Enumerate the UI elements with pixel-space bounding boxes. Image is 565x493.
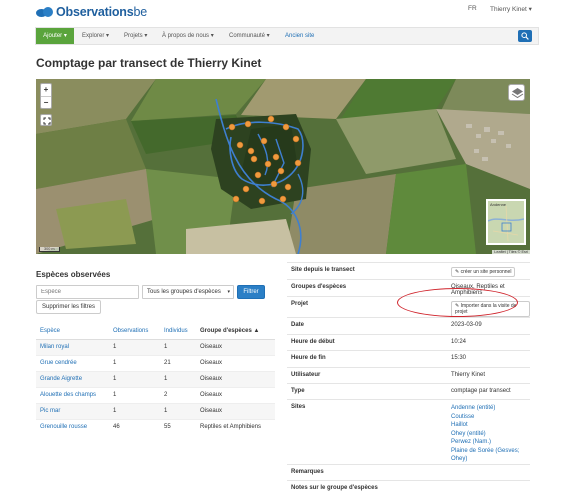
- group-notes-label: Notes sur le groupe d'espèces: [287, 479, 447, 493]
- individuals-cell: 1: [160, 402, 196, 419]
- highlight-annotation: [397, 288, 518, 317]
- species-group-select-value: Tous les groupes d'espèces: [147, 289, 221, 295]
- date-label: Date: [287, 317, 447, 335]
- logo-icon: [36, 6, 54, 18]
- group-cell: Oiseaux: [196, 386, 275, 403]
- map-scale: 300 m: [39, 247, 60, 252]
- species-link[interactable]: Alouette des champs: [36, 386, 109, 403]
- observations-cell: 1: [109, 402, 160, 419]
- site-link[interactable]: Ohey (entité): [451, 430, 530, 439]
- nav-projects[interactable]: Projets ▾: [124, 28, 147, 44]
- species-section-title: Espèces observées: [36, 270, 111, 279]
- individuals-cell: 21: [160, 354, 196, 371]
- observations-cell: 1: [109, 386, 160, 403]
- site-link[interactable]: Andenne (entité): [451, 404, 530, 413]
- logo-text: Observations: [56, 5, 134, 19]
- table-row: Grande Aigrette 1 1 Oiseaux: [36, 370, 275, 387]
- nav-add-dropdown[interactable]: Ajouter ▾: [36, 28, 74, 44]
- group-cell: Oiseaux: [196, 338, 275, 355]
- map-attribution[interactable]: Leaflet | Tiles © Esri: [492, 250, 530, 254]
- column-header-observations[interactable]: Observations: [109, 323, 160, 340]
- nav-community[interactable]: Communauté ▾: [229, 28, 270, 44]
- top-bar: Observationsbe FR Thierry Kinet ▾: [0, 0, 565, 24]
- start-time-label: Heure de début: [287, 334, 447, 351]
- start-time-value: 10:24: [447, 334, 530, 351]
- fullscreen-button[interactable]: [40, 114, 52, 126]
- user-link[interactable]: Thierry Kinet: [447, 367, 530, 384]
- page-title: Comptage par transect de Thierry Kinet: [36, 56, 262, 70]
- search-icon: [521, 32, 529, 40]
- end-time-value: 15:30: [447, 350, 530, 368]
- fullscreen-icon: [43, 117, 51, 125]
- language-switch[interactable]: FR: [468, 5, 477, 12]
- logo-suffix: be: [133, 5, 148, 19]
- observations-cell: 1: [109, 370, 160, 387]
- nav-about[interactable]: À propos de nous ▾: [162, 28, 214, 44]
- search-button[interactable]: [518, 30, 532, 42]
- nav-old-site[interactable]: Ancien site: [285, 28, 314, 44]
- column-header-species-group[interactable]: Groupe d'espèces ▲: [196, 323, 275, 340]
- species-link[interactable]: Milan royal: [36, 338, 109, 355]
- user-label: Utilisateur: [287, 367, 447, 384]
- table-row: Alouette des champs 1 2 Oiseaux: [36, 386, 275, 403]
- satellite-imagery: [36, 79, 530, 254]
- chevron-down-icon: ▾: [227, 289, 230, 295]
- site-logo[interactable]: Observationsbe: [36, 5, 147, 19]
- individuals-cell: 55: [160, 418, 196, 435]
- end-time-label: Heure de fin: [287, 350, 447, 368]
- species-search-input[interactable]: [36, 285, 139, 299]
- column-header-species[interactable]: Espèce: [36, 323, 109, 340]
- species-group-select[interactable]: Tous les groupes d'espèces ▾: [142, 285, 234, 299]
- minimap-label: Andenne: [490, 202, 507, 207]
- site-link[interactable]: Perwez (Nam.): [451, 438, 530, 447]
- species-link[interactable]: Grue cendrée: [36, 354, 109, 371]
- table-row: Grenouille rousse 46 55 Reptiles et Amph…: [36, 418, 275, 435]
- species-link[interactable]: Grenouille rousse: [36, 418, 109, 435]
- sites-label: Sites: [287, 399, 447, 464]
- layers-button[interactable]: [508, 84, 525, 101]
- clear-filters-button[interactable]: Supprimer les filtres: [36, 300, 101, 314]
- nav-explorer[interactable]: Explorer ▾: [82, 28, 109, 44]
- date-value: 2023-03-09: [447, 317, 530, 335]
- transect-map[interactable]: + − Andenne 300 m Leaflet | Tiles © Esri: [36, 79, 530, 254]
- column-header-individuals[interactable]: Individus: [160, 323, 196, 340]
- type-label: Type: [287, 383, 447, 400]
- minimap[interactable]: Andenne: [486, 199, 526, 245]
- main-navbar: Ajouter ▾ Explorer ▾ Projets ▾ À propos …: [35, 27, 539, 45]
- map-zoom-control: + −: [40, 83, 52, 109]
- species-table: Espèce Observations Individus Groupe d'e…: [36, 323, 275, 435]
- species-link[interactable]: Grande Aigrette: [36, 370, 109, 387]
- user-menu[interactable]: Thierry Kinet ▾: [490, 5, 532, 13]
- create-site-button[interactable]: ✎ créer un site personnel: [451, 267, 516, 277]
- individuals-cell: 1: [160, 370, 196, 387]
- minimap-graphic: [487, 205, 525, 242]
- group-cell: Oiseaux: [196, 370, 275, 387]
- individuals-cell: 1: [160, 338, 196, 355]
- layers-icon: [511, 88, 524, 99]
- table-row: Grue cendrée 1 21 Oiseaux: [36, 354, 275, 371]
- zoom-out-button[interactable]: −: [41, 96, 51, 108]
- site-link[interactable]: Coutisse: [451, 413, 530, 422]
- remarks-label: Remarques: [287, 463, 447, 480]
- table-row: Pic mar 1 1 Oiseaux: [36, 402, 275, 419]
- individuals-cell: 2: [160, 386, 196, 403]
- group-cell: Oiseaux: [196, 402, 275, 419]
- site-label: Site depuis le transect: [287, 262, 447, 280]
- type-value: comptage par transect: [447, 383, 530, 400]
- site-link[interactable]: Plaine de Sorée (Gesves; Ohey): [451, 447, 530, 464]
- observations-cell: 1: [109, 338, 160, 355]
- filter-button[interactable]: Filtrer: [237, 285, 265, 299]
- zoom-in-button[interactable]: +: [41, 84, 51, 96]
- group-cell: Oiseaux: [196, 354, 275, 371]
- group-cell: Reptiles et Amphibiens: [196, 418, 275, 435]
- table-row: Milan royal 1 1 Oiseaux: [36, 338, 275, 355]
- observations-cell: 1: [109, 354, 160, 371]
- site-link[interactable]: Haillot: [451, 421, 530, 430]
- species-link[interactable]: Pic mar: [36, 402, 109, 419]
- observations-cell: 46: [109, 418, 160, 435]
